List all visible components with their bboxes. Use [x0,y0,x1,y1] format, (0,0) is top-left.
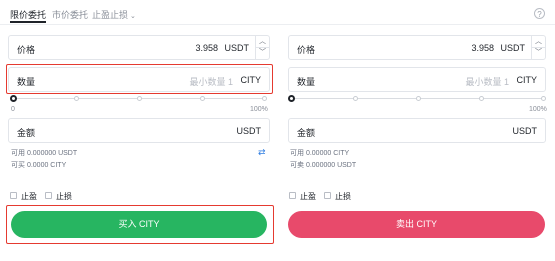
sell-price-unit: USDT [500,43,526,53]
sell-take-profit-checkbox[interactable] [289,192,296,199]
tab-market-order[interactable]: 市价委托 [52,8,88,21]
sell-price-field[interactable]: 价格 3.958 USDT ︿ ﹀ [288,35,546,60]
sell-quantity-unit: CITY [516,75,537,85]
buy-slider-mark-75[interactable] [200,96,205,101]
buy-amount-label: 金额 [17,128,36,138]
transfer-icon[interactable]: ⇄ [258,147,266,158]
tab-divider [0,24,555,25]
buy-slider-handle[interactable] [10,95,17,102]
sell-amount-label: 金额 [297,128,316,138]
chevron-down-icon: ⌄ [130,13,136,20]
sell-slider-mark-25[interactable] [353,96,358,101]
buy-price-unit: USDT [224,43,250,53]
buy-quantity-unit: CITY [240,75,261,85]
buy-slider-mark-50[interactable] [137,96,142,101]
sell-slider-mark-50[interactable] [416,96,421,101]
buy-price-field[interactable]: 价格 3.958 USDT ︿ ﹀ [8,35,270,60]
active-tab-indicator [10,21,46,23]
sell-take-profit-label: 止盈 [300,192,316,201]
sell-slider-max-label: 100% [529,106,547,113]
buy-slider-mark-25[interactable] [74,96,79,101]
sell-available-balance: 可用 0.00000 CITY [290,150,350,157]
sell-price-label: 价格 [297,45,316,55]
buy-quantity-input[interactable]: 最小数量 1 [189,75,233,88]
sell-price-stepper: ︿ ﹀ [531,36,545,59]
sell-button[interactable]: 卖出 CITY [288,211,545,238]
buy-button[interactable]: 买入 CITY [11,211,267,238]
buy-available-balance: 可用 0.000000 USDT [11,150,78,157]
buy-take-profit-label: 止盈 [21,192,37,201]
buy-price-stepper: ︿ ﹀ [255,36,269,59]
sell-slider-mark-100[interactable] [541,96,546,101]
sell-quantity-label: 数量 [297,77,316,87]
sell-price-value[interactable]: 3.958 [471,43,494,53]
buy-slider-mark-100[interactable] [262,96,267,101]
buy-take-profit-checkbox[interactable] [10,192,17,199]
sell-max-amount: 可卖 0.000000 USDT [290,162,357,169]
sell-amount-unit: USDT [512,126,538,136]
buy-quantity-label: 数量 [17,77,36,87]
buy-slider-max-label: 100% [250,106,268,113]
sell-slider-mark-75[interactable] [479,96,484,101]
sell-stop-loss-checkbox[interactable] [324,192,331,199]
buy-price-label: 价格 [17,45,36,55]
decrement-icon[interactable]: ﹀ [256,47,269,58]
buy-price-value[interactable]: 3.958 [195,43,218,53]
decrement-icon[interactable]: ﹀ [532,47,545,58]
buy-quantity-field[interactable]: 数量 最小数量 1 CITY [8,67,270,92]
sell-slider-handle[interactable] [288,95,295,102]
buy-slider-min-label: 0 [11,106,15,113]
buy-max-quantity: 可买 0.0000 CITY [11,162,67,169]
help-icon[interactable]: ? [534,8,545,19]
tab-tpsl-order[interactable]: 止盈止损 ⌄ [92,8,136,21]
buy-stop-loss-checkbox[interactable] [45,192,52,199]
sell-quantity-field[interactable]: 数量 最小数量 1 CITY [288,67,546,92]
sell-amount-field[interactable]: 金额 USDT [288,118,546,143]
buy-stop-loss-label: 止损 [56,192,72,201]
tab-tpsl-label: 止盈止损 [92,10,129,20]
sell-quantity-input[interactable]: 最小数量 1 [465,75,509,88]
tab-limit-order[interactable]: 限价委托 [10,8,46,21]
sell-stop-loss-label: 止损 [335,192,351,201]
buy-amount-field[interactable]: 金额 USDT [8,118,270,143]
buy-amount-unit: USDT [236,126,262,136]
